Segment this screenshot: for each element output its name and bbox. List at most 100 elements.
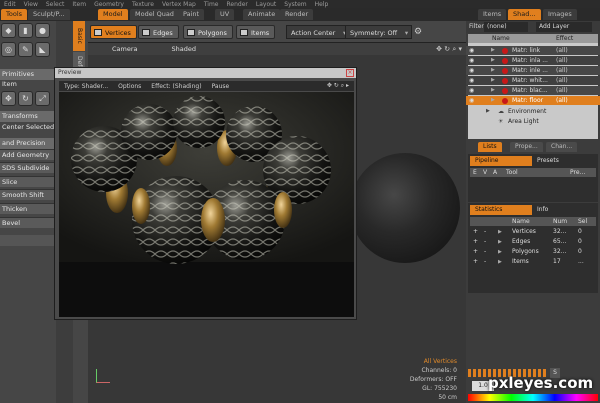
preview-nav-icons[interactable]: ✥ ↻ ⌕ ▸ [322,82,354,90]
rotate-icon[interactable]: ↻ [18,91,33,106]
menu-help[interactable]: Help [311,1,333,8]
tab-model-quad[interactable]: Model Quad [130,9,179,20]
smooth-shift-button[interactable]: Smooth Shift [0,189,54,200]
sphere-icon[interactable]: ● [35,23,50,38]
shader-row[interactable]: ◉ ▶ Matr: blac... (all) [466,86,600,95]
tab-render[interactable]: Render [280,9,314,20]
menu-render[interactable]: Render [223,1,252,8]
filter-dropdown[interactable]: (none) [484,22,528,32]
tab-uv[interactable]: UV [215,9,235,20]
shader-row[interactable]: ◉ ▶ Matr: inle ... (all) [466,66,600,75]
menu-edit[interactable]: Edit [0,1,20,8]
expand-icon[interactable]: ▶ [498,247,502,257]
tab-info[interactable]: Info [532,205,553,215]
sds-subdivide-button[interactable]: SDS Subdivide [0,162,54,173]
menu-system[interactable]: System [280,1,310,8]
preview-window[interactable]: Preview × Type: Shader... Options Effect… [54,67,357,320]
items-button[interactable]: Items [236,25,276,39]
stats-row[interactable]: + - ▶ Vertices 32... 0 [470,227,596,237]
tab-sculpt[interactable]: Sculpt/P... [28,9,70,20]
expand-icon[interactable]: ▶ [491,46,495,55]
preview-title-bar[interactable]: Preview [55,68,356,78]
plus-icon[interactable]: + [473,237,478,247]
tab-presets[interactable]: Presets [532,156,564,166]
expand-icon[interactable]: ▶ [491,76,495,85]
minus-icon[interactable]: - [484,257,486,267]
section-precision[interactable]: and Precision [0,138,54,149]
expand-icon[interactable]: ▶ [491,56,495,65]
pen-icon[interactable]: ✎ [18,42,33,57]
cylinder-icon[interactable]: ▮ [18,23,33,38]
section-item[interactable]: Item [0,79,54,90]
tab-channels[interactable]: Chan... [546,142,578,152]
area-light-row[interactable]: ☀ Area Light [466,117,600,126]
wedge-icon[interactable]: ◣ [35,42,50,57]
stats-row[interactable]: + - ▶ Polygons 32... 0 [470,247,596,257]
plus-icon[interactable]: + [473,257,478,267]
stats-row[interactable]: + - ▶ Items 17... [470,257,596,267]
tab-lists[interactable]: Lists [478,142,502,152]
eye-icon[interactable]: ◉ [469,46,474,55]
cube-icon[interactable]: ◆ [1,23,16,38]
minus-icon[interactable]: - [484,227,486,237]
add-geometry-button[interactable]: Add Geometry [0,149,54,160]
shader-row-selected[interactable]: ◉ ▶ Matr: floor (all) [466,96,600,105]
tab-images[interactable]: Images [543,9,577,20]
menu-item[interactable]: Item [68,1,90,8]
edges-button[interactable]: Edges [138,25,179,39]
tab-model[interactable]: Model [98,9,128,20]
expand-icon[interactable]: ▶ [491,86,495,95]
menu-texture[interactable]: Texture [128,1,158,8]
tab-paint[interactable]: Paint [178,9,205,20]
expand-icon[interactable]: ▶ [491,96,495,105]
preview-pause-button[interactable]: Pause [207,83,235,90]
expand-icon[interactable]: ▶ [491,66,495,75]
eye-icon[interactable]: ◉ [469,66,474,75]
preview-effect-menu[interactable]: Effect: (Shading) [146,83,206,90]
menu-layout[interactable]: Layout [252,1,280,8]
shader-row[interactable]: ◉ ▶ Matr: whit... (all) [466,76,600,85]
expand-icon[interactable]: ▶ [498,257,502,267]
polygons-button[interactable]: Polygons [183,25,233,39]
tab-tools[interactable]: Tools [1,9,28,20]
eye-icon[interactable]: ◉ [469,96,474,105]
shader-row[interactable]: ◉ ▶ Matr: link (all) [466,46,600,55]
viewport-nav-icons[interactable]: ✥ ↻ ⌕ ▾ [436,43,462,55]
bevel-button[interactable]: Bevel [0,217,54,228]
thicken-button[interactable]: Thicken [0,203,54,214]
eye-icon[interactable]: ◉ [469,86,474,95]
minus-icon[interactable]: - [484,247,486,257]
expand-icon[interactable]: ▶ [498,227,502,237]
section-transforms[interactable]: Transforms [0,111,54,122]
menu-view[interactable]: View [20,1,42,8]
scale-icon[interactable]: ⤢ [35,91,50,106]
shader-row[interactable]: ◉ ▶ Matr: inla ... (all) [466,56,600,65]
tab-shader[interactable]: Shad... [508,9,541,20]
camera-view-menu[interactable]: Camera [102,45,148,53]
add-layer-dropdown[interactable]: Add Layer [536,22,592,32]
menu-vertex-map[interactable]: Vertex Map [158,1,200,8]
plus-icon[interactable]: + [473,247,478,257]
menu-geometry[interactable]: Geometry [90,1,128,8]
torus-icon[interactable]: ◎ [1,42,16,57]
slice-button[interactable]: Slice [0,176,54,187]
environment-row[interactable]: ▶ ☁ Environment [466,107,600,116]
tab-pipeline[interactable]: Pipeline [470,156,532,166]
stats-row[interactable]: + - ▶ Edges 65... 0 [470,237,596,247]
tab-items[interactable]: Items [478,9,507,20]
menu-time[interactable]: Time [200,1,223,8]
preview-options-menu[interactable]: Options [113,83,146,90]
expand-icon[interactable]: ▶ [498,237,502,247]
preview-type-menu[interactable]: Type: Shader... [59,83,113,90]
color-gradient-bar[interactable] [468,394,598,401]
gear-icon[interactable]: ⚙ [414,26,426,38]
close-icon[interactable]: × [346,69,354,77]
tab-properties[interactable]: Prope... [510,142,543,152]
move-icon[interactable]: ✥ [1,91,16,106]
action-center-dropdown[interactable]: Action Center [286,25,351,40]
tab-animate[interactable]: Animate [243,9,281,20]
vtab-basic[interactable]: Basic [73,21,85,51]
vertices-button[interactable]: Vertices [90,25,137,39]
eye-icon[interactable]: ◉ [469,76,474,85]
menu-select[interactable]: Select [42,1,69,8]
